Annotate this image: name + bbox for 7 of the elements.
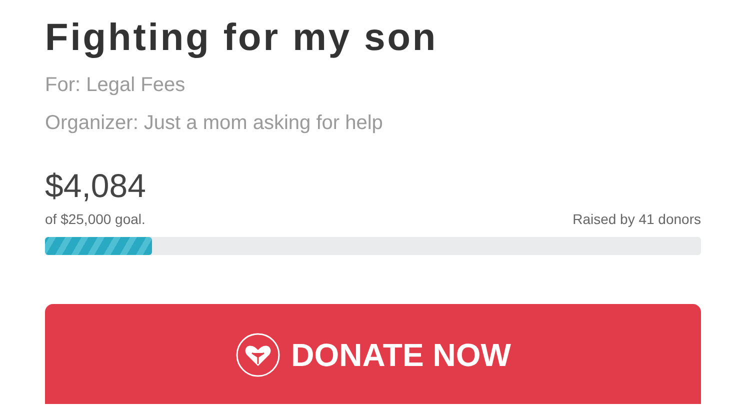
organizer-text: Organizer: Just a mom asking for help xyxy=(45,111,383,136)
donate-button[interactable]: DONATE NOW xyxy=(45,304,701,404)
campaign-title: Fighting for my son xyxy=(45,16,438,61)
goal-text: of $25,000 goal. xyxy=(45,210,146,228)
donors-text: Raised by 41 donors xyxy=(572,210,701,228)
category-text: For: Legal Fees xyxy=(45,73,186,98)
raised-amount: $4,084 xyxy=(45,166,146,206)
